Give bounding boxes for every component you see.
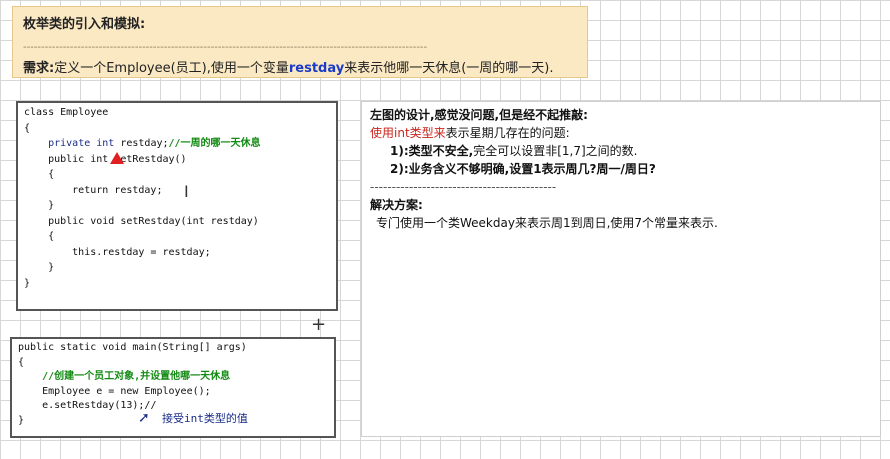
problem-intro: 使用int类型来表示星期几存在的问题: [370, 124, 872, 142]
problem-1: 1):类型不安全,完全可以设置非[1,7]之间的数. [370, 142, 872, 160]
red-triangle-marker-icon [110, 152, 124, 164]
code-line: } [24, 200, 55, 211]
code-line: public static void main(String[] args) [18, 342, 247, 353]
code-line: } [24, 262, 55, 273]
code-line: this.restday = restday; [24, 246, 211, 258]
analysis-panel: 左图的设计,感觉没问题,但是经不起推敲: 使用int类型来表示星期几存在的问题:… [361, 101, 881, 437]
code-line: } [24, 277, 31, 289]
code-line: Employee e = new Employee(); [18, 385, 211, 397]
requirement-variable: restday [288, 61, 345, 76]
code-line: public void setRestday(int restday) [24, 215, 259, 227]
arrow-icon: ➚ [138, 410, 150, 426]
code-line: { [24, 231, 55, 242]
solution-text: 专门使用一个类Weekday来表示周1到周日,使用7个常量来表示. [376, 216, 718, 230]
employee-class-code: class Employee { private int restday;//一周… [16, 101, 338, 311]
requirement-note: 枚举类的引入和模拟: -----------------------------… [12, 6, 588, 78]
panel-heading: 左图的设计,感觉没问题,但是经不起推敲: [370, 108, 588, 122]
crosshair-cursor-icon: + [311, 314, 327, 335]
code-line: { [24, 122, 31, 134]
requirement-text: 需求:定义一个Employee(员工),使用一个变量restday来表示他哪一天… [23, 57, 577, 76]
int-annotation: 接受int类型的值 [162, 412, 248, 425]
problem-highlight: 使用int类型来 [370, 126, 446, 140]
problem-2: 2):业务含义不够明确,设置1表示周几?周一/周日? [390, 162, 656, 176]
code-line: { [18, 356, 25, 368]
text-cursor-icon: I [184, 182, 189, 201]
solution-title: 解决方案: [370, 198, 423, 212]
code-line: return restday; [24, 184, 163, 196]
problem-1-bold: 1):类型不安全, [390, 144, 474, 158]
panel-divider: ----------------------------------------… [370, 180, 557, 194]
note-divider: ----------------------------------------… [23, 42, 428, 53]
requirement-part-2: 来表示他哪一天休息(一周的哪一天). [344, 61, 554, 76]
problem-1-rest: 完全可以设置非[1,7]之间的数. [473, 144, 638, 158]
problem-rest: 表示星期几存在的问题: [445, 126, 570, 140]
note-title: 枚举类的引入和模拟: [23, 17, 146, 32]
code-line: class Employee [24, 107, 109, 118]
requirement-label: 需求: [23, 61, 55, 76]
code-line-field: private int restday;//一周的哪一天休息 [48, 138, 261, 149]
code-line: public int getRestday() [24, 153, 187, 165]
requirement-part-1: 定义一个Employee(员工),使用一个变量 [54, 61, 289, 76]
code-line-comment: //创建一个员工对象,并设置他哪一天休息 [18, 371, 231, 382]
code-line: { [24, 169, 55, 180]
